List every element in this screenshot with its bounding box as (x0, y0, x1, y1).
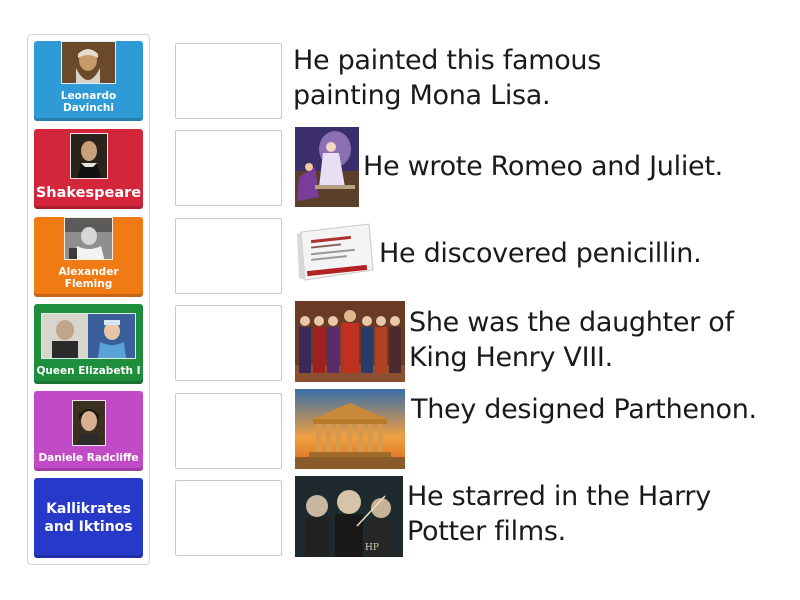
harry-potter-poster-image: HP (295, 476, 403, 557)
fleming-photo-image (64, 217, 113, 260)
card-label: Shakespeare (35, 185, 142, 202)
answer-tray: Leonardo Davinchi Shakespeare Alexander … (27, 34, 150, 565)
penicillin-box-image (297, 220, 375, 286)
svg-text:HP: HP (365, 543, 379, 553)
drop-slot-4[interactable] (175, 305, 282, 381)
card-alexander-fleming[interactable]: Alexander Fleming (34, 217, 143, 297)
clue-text-4: She was the daughter of King Henry VIII. (409, 307, 734, 373)
card-label: Alexander Fleming (58, 265, 119, 290)
parthenon-photo-image (295, 389, 405, 469)
romeo-juliet-painting-image (295, 127, 359, 207)
drop-slot-6[interactable] (175, 480, 282, 556)
drop-slot-1[interactable] (175, 43, 282, 119)
leonardo-portrait-image (61, 41, 116, 84)
card-label: Daniele Radcliffe (38, 451, 139, 464)
clue-text-5: They designed Parthenon. (411, 394, 757, 425)
card-daniele-radcliffe[interactable]: Daniele Radcliffe (34, 391, 143, 471)
drop-slot-2[interactable] (175, 130, 282, 206)
card-label: Leonardo Davinchi (60, 89, 117, 114)
card-label: Kallikrates and Iktinos (44, 501, 133, 535)
drop-slot-5[interactable] (175, 393, 282, 469)
clue-text-2: He wrote Romeo and Juliet. (363, 151, 723, 182)
card-label: Queen Elizabeth I (36, 364, 141, 377)
card-queen-elizabeth[interactable]: Queen Elizabeth I (34, 304, 143, 384)
drop-slot-3[interactable] (175, 218, 282, 294)
card-shakespeare[interactable]: Shakespeare (34, 129, 143, 209)
card-kallikrates-iktinos[interactable]: Kallikrates and Iktinos (34, 478, 143, 558)
clue-text-1: He painted this famous painting Mona Lis… (293, 45, 602, 111)
clue-text-6: He starred in the Harry Potter films. (407, 481, 711, 547)
clue-text-3: He discovered penicillin. (379, 238, 702, 269)
shakespeare-portrait-image (69, 133, 108, 180)
tudor-family-painting-image (295, 301, 405, 382)
card-leonardo-davinchi[interactable]: Leonardo Davinchi (34, 41, 143, 121)
radcliffe-photo-image (71, 399, 106, 446)
queen-photo-image (41, 312, 136, 359)
